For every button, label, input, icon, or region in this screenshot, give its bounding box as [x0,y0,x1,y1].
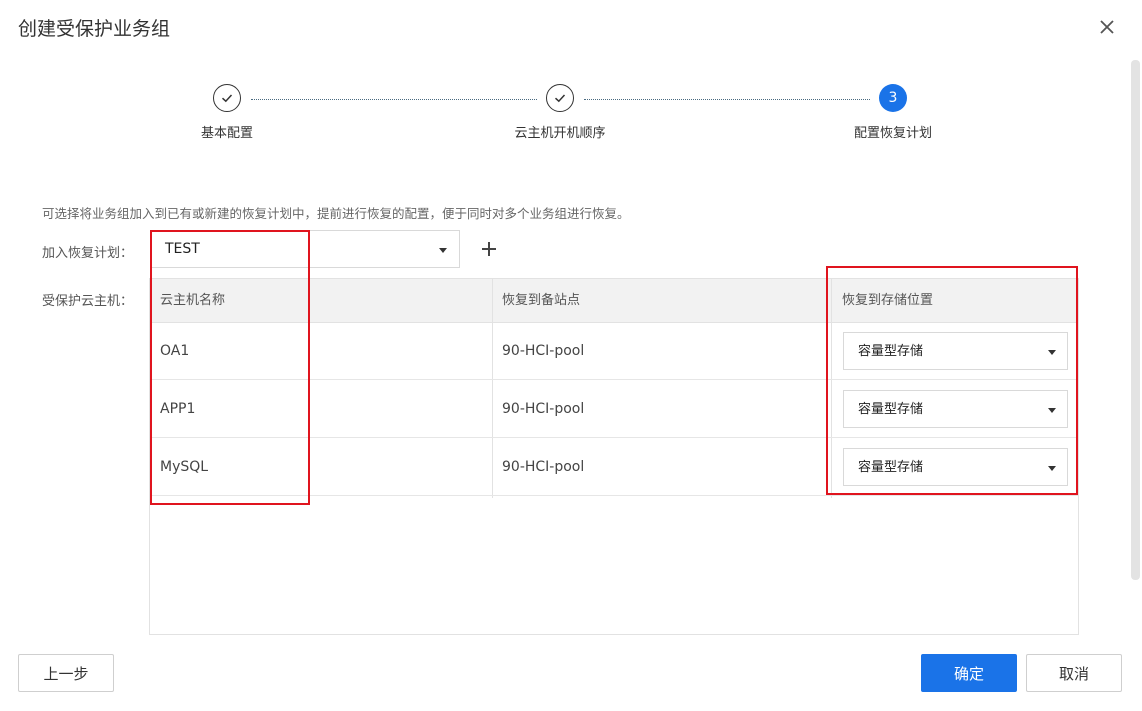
vm-site: 90-HCI-pool [502,401,585,417]
storage-select[interactable]: 容量型存储 [843,332,1068,370]
storage-value: 容量型存储 [858,344,924,359]
add-plan-button[interactable] [478,238,500,260]
hint-text: 可选择将业务组加入到已有或新建的恢复计划中，提前进行恢复的配置，便于同时对多个业… [42,206,630,221]
vm-name: APP1 [160,401,196,417]
step-1-check-icon [213,84,241,112]
storage-value: 容量型存储 [858,402,924,417]
storage-select[interactable]: 容量型存储 [843,390,1068,428]
recovery-plan-value: TEST [165,241,200,257]
caret-down-icon [1048,466,1056,471]
vm-site: 90-HCI-pool [502,459,585,475]
recovery-plan-select[interactable]: TEST [150,230,460,268]
vm-name: OA1 [160,343,190,359]
prev-step-button[interactable]: 上一步 [18,654,114,692]
vm-table: 云主机名称 恢复到备站点 恢复到存储位置 OA1 90-HCI-pool 容量型… [149,278,1079,635]
col-header-storage: 恢复到存储位置 [842,293,934,308]
caret-down-icon [1048,408,1056,413]
storage-select[interactable]: 容量型存储 [843,448,1068,486]
step-2-check-icon [546,84,574,112]
step-connector [251,99,537,100]
caret-down-icon [439,248,447,253]
step-1-label: 基本配置 [200,126,254,141]
confirm-button[interactable]: 确定 [921,654,1017,692]
plus-icon [482,242,496,256]
table-row: APP1 90-HCI-pool 容量型存储 [150,380,1078,438]
cancel-button[interactable]: 取消 [1026,654,1122,692]
col-header-site: 恢复到备站点 [502,293,581,308]
step-2-label: 云主机开机顺序 [514,126,606,141]
vm-label: 受保护云主机： [42,294,134,309]
dialog-scrollbar[interactable] [1131,60,1140,580]
plan-label: 加入恢复计划： [42,246,134,261]
dialog-title: 创建受保护业务组 [18,18,171,40]
col-header-name: 云主机名称 [160,293,226,308]
table-row: MySQL 90-HCI-pool 容量型存储 [150,438,1078,496]
table-header: 云主机名称 恢复到备站点 恢复到存储位置 [150,279,1078,323]
storage-value: 容量型存储 [858,460,924,475]
vm-name: MySQL [160,459,209,475]
vm-site: 90-HCI-pool [502,343,585,359]
step-3-number: 3 [879,84,907,112]
step-3-label: 配置恢复计划 [853,126,933,141]
caret-down-icon [1048,350,1056,355]
table-row: OA1 90-HCI-pool 容量型存储 [150,322,1078,380]
step-connector [584,99,870,100]
close-icon[interactable] [1094,14,1120,40]
